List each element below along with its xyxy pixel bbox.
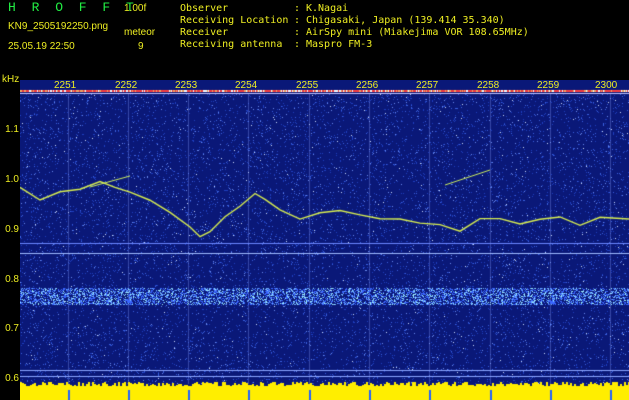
info-row-receiver: Receiver : AirSpy mini (Miakejima VOR 10… [180,27,529,39]
time-label: 2254 [235,80,258,91]
spectrogram [20,80,629,400]
time-label: 2259 [537,80,560,91]
info-separator: : [294,39,301,50]
info-value: Chigasaki, Japan (139.414 35.340) [306,15,505,26]
freq-label: 0.6 [5,373,19,384]
info-value: K.Nagai [306,3,349,14]
freq-label: 0.9 [5,224,19,235]
info-separator: : [294,15,301,26]
file-name: KN9_2505192250.png [8,21,109,32]
freq-label: 1.0 [5,174,19,185]
time-label: 2252 [115,80,138,91]
time-label: 2253 [175,80,198,91]
meteor-count-label: meteor [124,27,156,38]
info-value: AirSpy mini (Miakejima VOR 108.65MHz) [306,27,529,38]
header-panel: H R O F F T 1.00f KN9_2505192250.png met… [0,0,629,80]
info-row-antenna: Receiving antenna : Maspro FM-3 [180,39,529,51]
spectrogram-canvas [20,80,629,400]
info-separator: : [294,27,301,38]
freq-label: 0.7 [5,323,19,334]
info-label: Receiver [180,27,229,38]
info-separator: : [294,3,301,14]
freq-label: 0.8 [5,274,19,285]
station-info: Observer : K.Nagai Receiving Location : … [180,3,529,51]
time-label: 2258 [477,80,500,91]
info-value: Maspro FM-3 [306,39,373,50]
freq-label: 1.1 [5,124,19,135]
time-label: 2257 [416,80,439,91]
info-label: Receiving Location [180,15,289,26]
frequency-axis: 1.1 1.0 0.9 0.8 0.7 0.6 [0,94,20,394]
time-label: 2255 [296,80,319,91]
info-label: Receiving antenna [180,39,283,50]
info-label: Observer [180,3,229,14]
time-axis: 2251 2252 2253 2254 2255 2256 2257 2258 … [0,80,629,94]
app-title: H R O F F T [8,0,138,15]
capture-datetime: 25.05.19 22:50 [8,41,75,52]
version-label: 1.00f [124,3,147,14]
info-row-location: Receiving Location : Chigasaki, Japan (1… [180,15,529,27]
time-label: 2256 [356,80,379,91]
info-row-observer: Observer : K.Nagai [180,3,529,15]
time-label: 2300 [595,80,618,91]
time-label: 2251 [54,80,77,91]
meteor-count-value: 9 [138,41,144,52]
